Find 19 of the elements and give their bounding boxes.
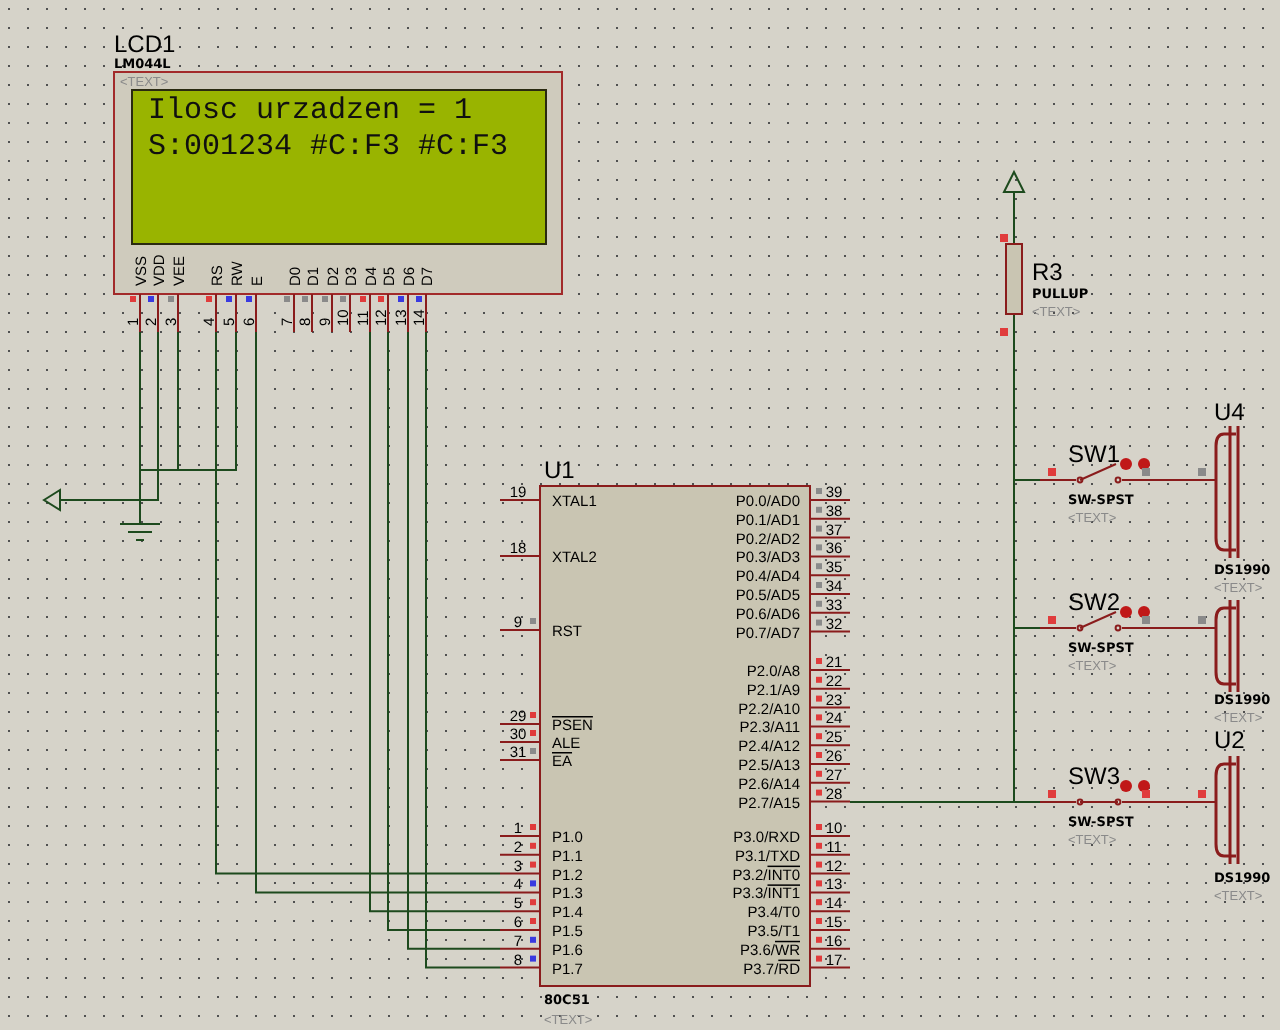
- ibutton-drawing: [1214, 598, 1240, 694]
- ibutton-drawing: [1214, 424, 1240, 560]
- component-reference: SW1: [1068, 440, 1121, 468]
- component-reference: U2: [1214, 726, 1245, 754]
- resistor-drawing: [1005, 243, 1023, 315]
- component-reference: LCD1: [114, 30, 176, 58]
- ibutton-drawing: [1214, 754, 1240, 866]
- component-reference: R3: [1032, 258, 1063, 286]
- lcd-text-line: Ilosc urzadzen = 1: [148, 94, 473, 128]
- lcd-text-line: S:001234 #C:F3 #C:F3: [148, 130, 509, 164]
- switch-toggle-icon[interactable]: [1120, 780, 1150, 792]
- component-reference: SW2: [1068, 588, 1121, 616]
- power-arrow-icon: [1002, 169, 1026, 193]
- wire: [1013, 191, 1015, 245]
- component-reference: SW3: [1068, 762, 1121, 790]
- switch-toggle-icon[interactable]: [1120, 606, 1150, 618]
- switch-toggle-icon[interactable]: [1120, 458, 1150, 470]
- component-reference: U4: [1214, 398, 1245, 426]
- component-reference: U1: [544, 456, 575, 484]
